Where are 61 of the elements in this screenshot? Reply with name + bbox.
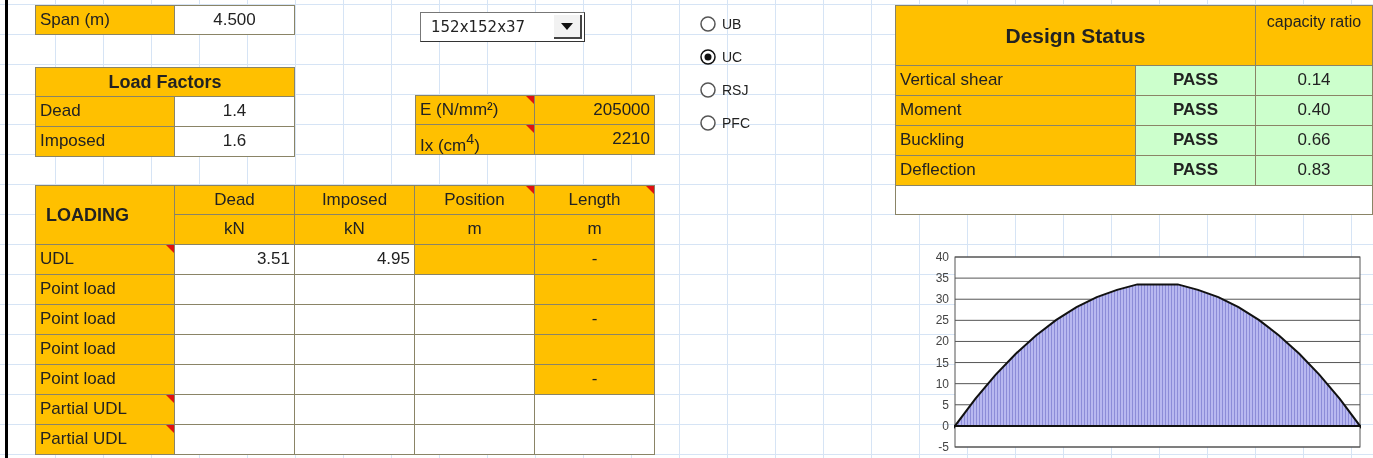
- radio-button[interactable]: UB: [700, 12, 742, 35]
- table-cell: Dead: [35, 97, 175, 127]
- table-cell: PASS: [1136, 126, 1256, 156]
- table-cell: Point load: [35, 365, 175, 395]
- table-cell: Design Status: [896, 6, 1256, 66]
- cell-text: Length: [568, 190, 621, 209]
- section-dropdown[interactable]: 152x152x37: [420, 12, 585, 42]
- table-cell: Moment: [896, 96, 1136, 126]
- table-cell: Imposed: [295, 185, 415, 215]
- table-cell: Span (m): [35, 5, 175, 35]
- radio-button[interactable]: PFC: [700, 111, 750, 134]
- radio-button[interactable]: UC: [700, 45, 743, 68]
- cell-text: Ix (cm$^{4}$): [420, 135, 480, 155]
- y-tick-label: 0: [942, 418, 949, 433]
- table-cell: Point load: [35, 305, 175, 335]
- table-cell: Point load: [35, 335, 175, 365]
- table-cell: -: [535, 365, 655, 395]
- table-cell: -: [535, 305, 655, 335]
- y-tick-label: 35: [935, 271, 949, 286]
- y-tick-label: 40: [935, 250, 949, 264]
- table-cell: PASS: [1136, 96, 1256, 126]
- cell-text: E (N/mm²): [420, 100, 499, 119]
- table-cell: Vertical shear: [896, 66, 1136, 96]
- y-tick-label: 15: [935, 355, 949, 370]
- table-cell: 1.6: [175, 127, 295, 157]
- table-cell: 0.83: [1256, 156, 1372, 186]
- table-cell: capacity ratio: [1256, 6, 1372, 66]
- table-cell: 4.95: [295, 245, 415, 275]
- table-cell: Point load: [35, 275, 175, 305]
- table-cell: kN: [175, 215, 295, 245]
- table-cell: 0.66: [1256, 126, 1372, 156]
- table-cell: 4.500: [175, 5, 295, 35]
- table-cell: Imposed: [35, 127, 175, 157]
- cell-text: UDL: [40, 249, 74, 268]
- y-tick-label: -5: [938, 440, 949, 454]
- table-cell: m: [535, 215, 655, 245]
- table-cell: PASS: [1136, 156, 1256, 186]
- table-cell: PASS: [1136, 66, 1256, 96]
- table-cell: 3.51: [175, 245, 295, 275]
- y-tick-label: 30: [935, 292, 949, 307]
- table-cell: kN: [295, 215, 415, 245]
- cell-text: Partial UDL: [40, 399, 127, 418]
- y-tick-label: 10: [935, 376, 949, 391]
- table-cell: 0.40: [1256, 96, 1372, 126]
- y-tick-label: 5: [942, 397, 949, 412]
- table-cell: 205000: [535, 95, 655, 125]
- table-cell: 2210: [535, 125, 655, 155]
- table-cell: -: [535, 245, 655, 275]
- table-cell: Buckling: [896, 126, 1136, 156]
- radio-button[interactable]: RSJ: [700, 78, 749, 101]
- table-cell: 1.4: [175, 97, 295, 127]
- y-tick-label: 25: [935, 313, 949, 328]
- cell-text: Partial UDL: [40, 429, 127, 448]
- table-cell: Dead: [175, 185, 295, 215]
- table-cell: 0.14: [1256, 66, 1372, 96]
- table-cell: m: [415, 215, 535, 245]
- y-tick-label: 20: [935, 334, 949, 349]
- table-cell: LOADING: [35, 185, 175, 245]
- table-cell: Deflection: [896, 156, 1136, 186]
- cell-text: Position: [444, 190, 505, 209]
- table-cell: Load Factors: [35, 67, 295, 97]
